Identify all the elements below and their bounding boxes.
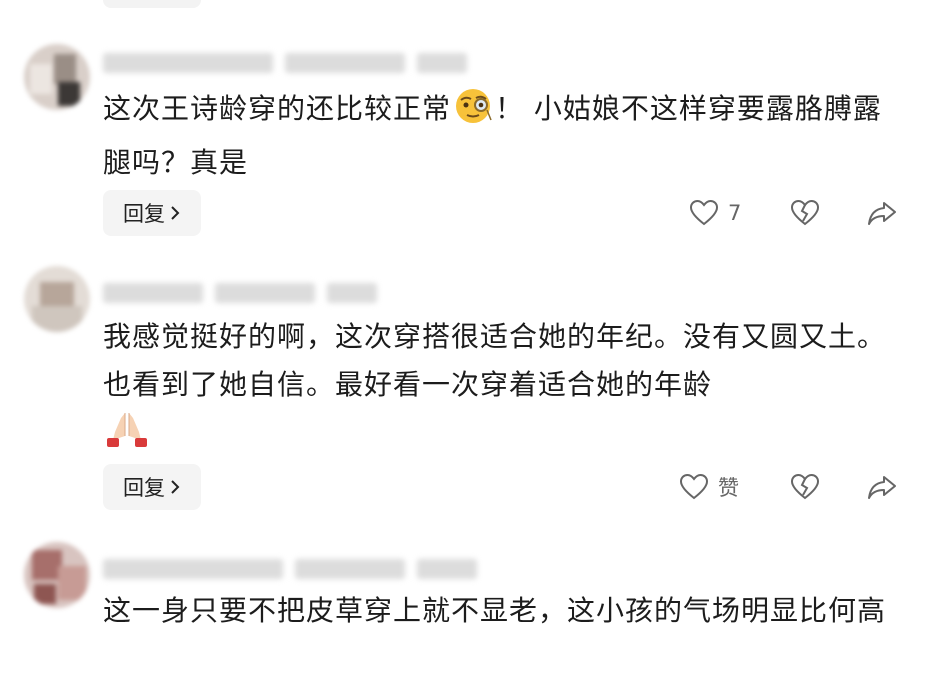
dislike-button[interactable] bbox=[789, 197, 821, 229]
reply-label: 回复 bbox=[123, 202, 165, 226]
like-button[interactable]: 7 bbox=[688, 197, 741, 229]
chevron-right-icon bbox=[171, 480, 180, 494]
avatar[interactable] bbox=[24, 266, 90, 332]
heart-outline-icon bbox=[689, 199, 719, 226]
reply-button[interactable]: 回复 bbox=[103, 464, 201, 510]
like-label: 赞 bbox=[718, 476, 739, 500]
comment-text: 我感觉挺好的啊，这次穿搭很适合她的年纪。没有又圆又土。也看到了她自信。最好看一次… bbox=[103, 313, 903, 463]
username-blurred[interactable] bbox=[103, 556, 477, 582]
share-arrow-icon bbox=[868, 476, 896, 499]
share-button[interactable] bbox=[866, 471, 898, 503]
heart-outline-icon bbox=[679, 473, 709, 500]
username-blurred[interactable] bbox=[103, 280, 377, 306]
avatar[interactable] bbox=[24, 44, 90, 110]
dislike-button[interactable] bbox=[789, 471, 821, 503]
like-count: 7 bbox=[728, 201, 742, 225]
comment-text: 这一身只要不把皮草穿上就不显老，这小孩的气场明显比何高 bbox=[103, 594, 887, 627]
like-button[interactable]: 赞 bbox=[678, 471, 739, 503]
broken-heart-icon bbox=[790, 473, 820, 500]
share-arrow-icon bbox=[868, 202, 896, 225]
comment-text: 这次王诗龄穿的还比较正常 ！ 小姑娘不这样穿要露胳膊露腿吗？真是 bbox=[103, 85, 903, 187]
monocle-face-emoji bbox=[451, 88, 495, 139]
reply-label: 回复 bbox=[123, 476, 165, 500]
previous-reply-button-edge[interactable] bbox=[103, 0, 201, 8]
broken-heart-icon bbox=[790, 199, 820, 226]
reply-button[interactable]: 回复 bbox=[103, 190, 201, 236]
avatar[interactable] bbox=[24, 542, 90, 608]
share-button[interactable] bbox=[866, 197, 898, 229]
chevron-right-icon bbox=[171, 206, 180, 220]
folded-hands-emoji bbox=[103, 410, 151, 463]
username-blurred[interactable] bbox=[103, 50, 467, 76]
